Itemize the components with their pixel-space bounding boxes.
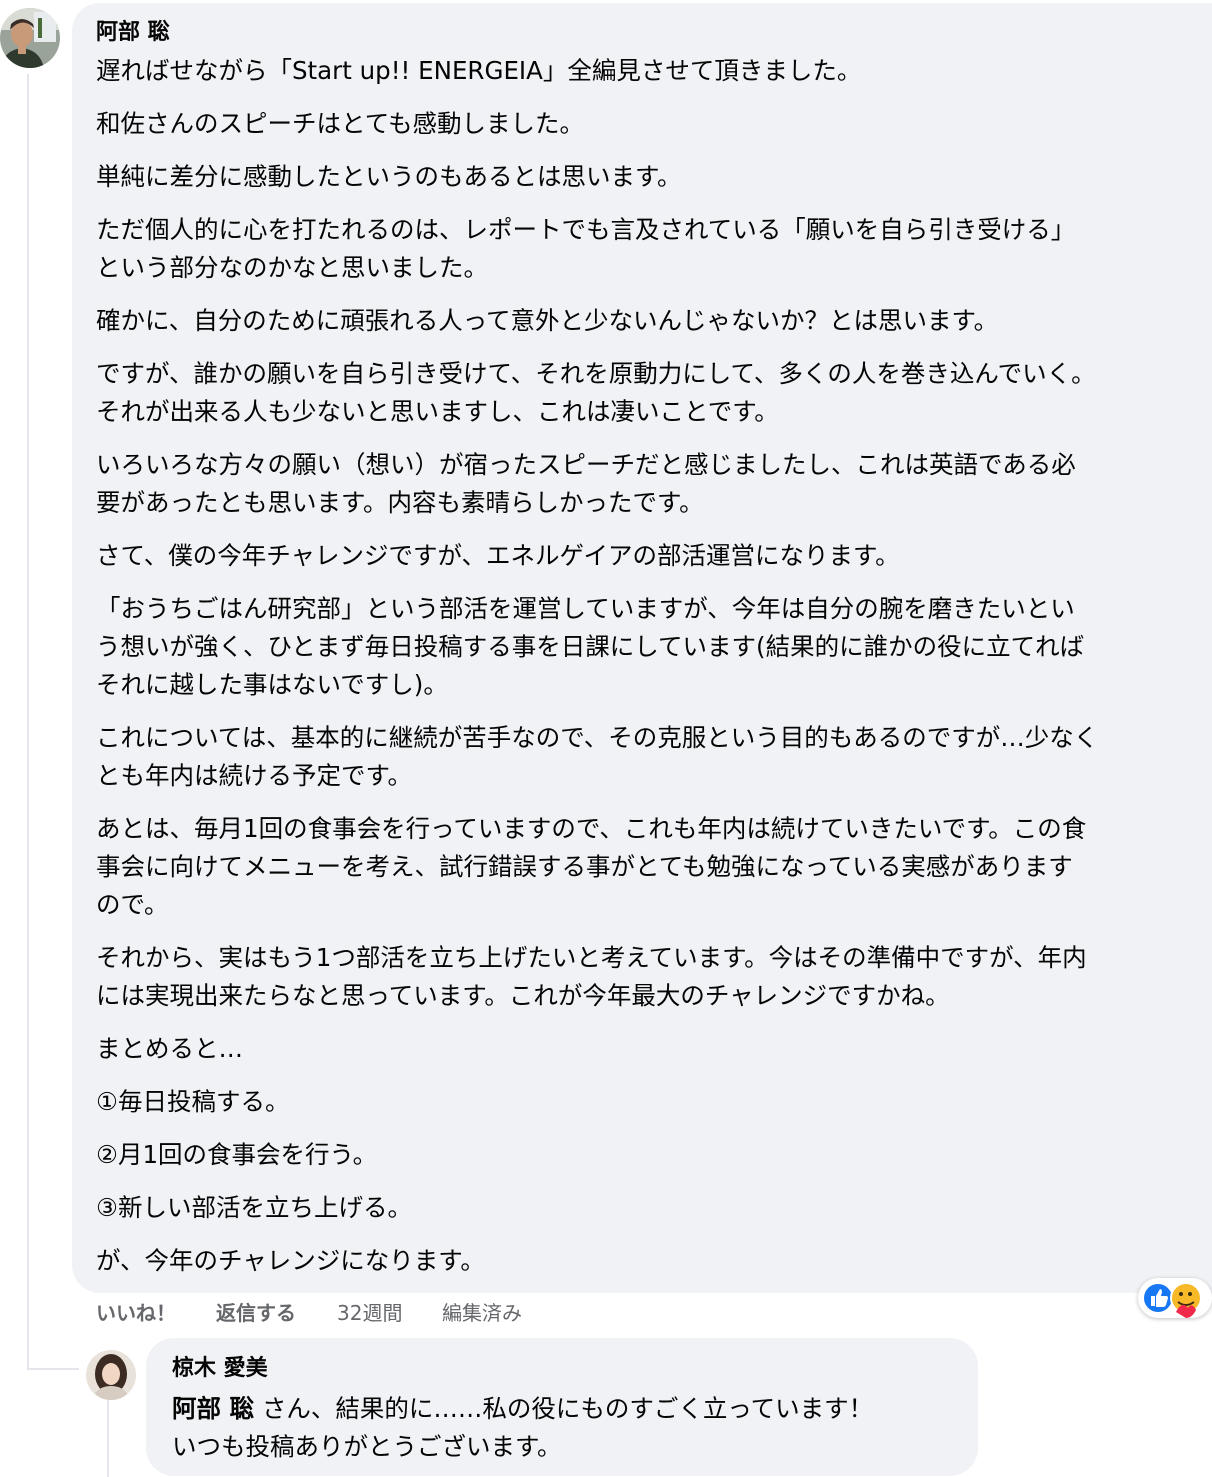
comment-paragraph: ①毎日投稿する。 [96,1087,290,1116]
reply-line1-text: さん、結果的に……私の役にものすごく立っています！ [254,1394,874,1423]
comment-paragraph: ③新しい部活を立ち上げる。 [96,1193,412,1222]
comment-paragraph: まとめると… [96,1034,243,1063]
reply-button[interactable]: 返信する [216,1299,296,1327]
thread-connector-line [27,74,29,1370]
comment-paragraph: ただ個人的に心を打たれるのは、レポートでも言及されている「願いを自ら引き受ける」… [96,215,1076,282]
reply-thread-line [107,1400,109,1477]
comment-paragraph: 単純に差分に感動したというのもあるとは思います。 [96,162,682,191]
comment-paragraph: 「おうちごはん研究部」という部活を運営していますが、今年は自分の腕を磨きたいとい… [96,594,1085,699]
comment-paragraph: が、今年のチャレンジになります。 [96,1246,485,1275]
replier-avatar[interactable] [86,1350,136,1400]
thread-connector-branch [27,1368,79,1370]
comment-paragraph: それから、実はもう1つ部活を立ち上げたいと考えています。今はその準備中ですが、年… [96,943,1087,1010]
comment-timestamp[interactable]: 32週間 [337,1299,402,1327]
comment-paragraph: ②月1回の食事会を行う。 [96,1140,378,1169]
reply-line: 阿部 聡 さん、結果的に……私の役にものすごく立っています！ [172,1390,962,1428]
edited-label[interactable]: 編集済み [442,1299,522,1327]
comment-paragraph: ですが、誰かの願いを自ら引き受けて、それを原動力にして、多くの人を巻き込んでいく… [96,359,1096,426]
reply-author-name[interactable]: 椋木 愛美 [172,1356,268,1382]
commenter-avatar[interactable] [0,8,60,68]
comment-paragraph: さて、僕の今年チャレンジですが、エネルゲイアの部活運営になります。 [96,541,900,570]
comment-paragraph: これについては、基本的に継続が苦手なので、その克服という目的もあるのですが…少な… [96,723,1099,790]
comment-paragraph: 確かに、自分のために頑張れる人って意外と少ないんじゃないか？とは思います。 [96,306,999,335]
comment-author-name[interactable]: 阿部 聡 [96,20,170,46]
comment-body: 遅ればせながら「Start up!! ENERGEIA」全編見させて頂きました。… [96,52,1200,1295]
like-icon [1142,1282,1174,1314]
comment-paragraph: 和佐さんのスピーチはとても感動しました。 [96,109,585,138]
comment-paragraph: あとは、毎月1回の食事会を行っていますので、これも年内は続けていきたいです。この… [96,814,1087,919]
comment-paragraph: 遅ればせながら「Start up!! ENERGEIA」全編見させて頂きました。 [96,56,862,85]
reaction-summary[interactable] [1138,1278,1212,1318]
comment-paragraph: いろいろな方々の願い（想い）が宿ったスピーチだと感じましたし、これは英語である必… [96,450,1076,517]
reply-line: いつも投稿ありがとうございます。 [172,1432,562,1461]
reply-body: 阿部 聡 さん、結果的に……私の役にものすごく立っています！ いつも投稿ありがと… [172,1390,962,1466]
like-button[interactable]: いいね！ [96,1299,176,1327]
reply-mention[interactable]: 阿部 聡 [172,1394,254,1423]
care-icon [1170,1282,1202,1318]
